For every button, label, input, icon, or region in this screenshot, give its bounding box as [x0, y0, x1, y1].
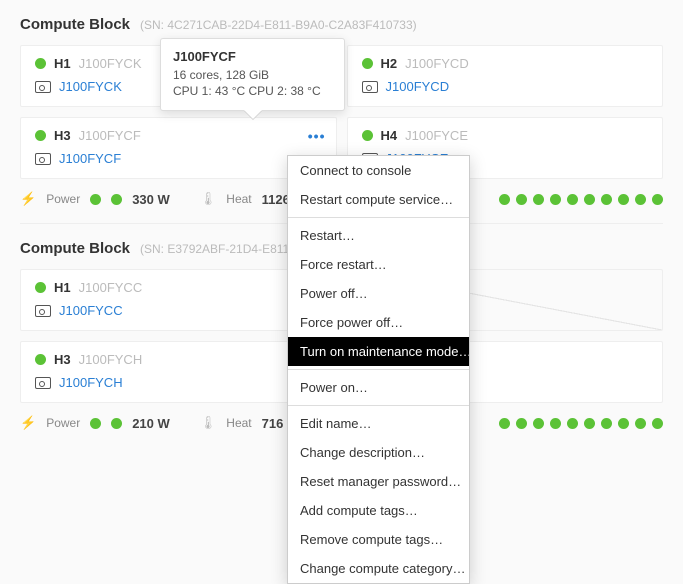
node-label: H2 — [381, 56, 398, 71]
disk-icon — [35, 305, 51, 317]
heat-label: Heat — [226, 192, 251, 206]
menu-item[interactable]: Change compute category… — [288, 554, 469, 583]
node-id: J100FYCF — [79, 128, 141, 143]
status-dot-icon — [618, 418, 629, 429]
tooltip-spec: 16 cores, 128 GiB — [173, 68, 332, 82]
context-menu: Connect to consoleRestart compute servic… — [287, 155, 470, 584]
node-label: H3 — [54, 352, 71, 367]
node-tooltip: J100FYCF 16 cores, 128 GiB CPU 1: 43 °C … — [160, 38, 345, 111]
status-dot-icon — [601, 418, 612, 429]
node-id: J100FYCK — [79, 56, 142, 71]
menu-item[interactable]: Force restart… — [288, 250, 469, 279]
status-dot-icon — [362, 130, 373, 141]
status-dot-icon — [35, 282, 46, 293]
menu-item[interactable]: Connect to console — [288, 156, 469, 185]
status-dot-icon — [516, 194, 527, 205]
status-dot-icon — [35, 354, 46, 365]
menu-item[interactable]: Remove compute tags… — [288, 525, 469, 554]
node-link[interactable]: J100FYCD — [386, 79, 450, 94]
power-value: 330 W — [132, 192, 170, 207]
menu-item[interactable]: Force power off… — [288, 308, 469, 337]
status-dot-icon — [635, 418, 646, 429]
menu-item[interactable]: Add compute tags… — [288, 496, 469, 525]
status-dot-icon — [584, 418, 595, 429]
menu-item[interactable]: Reset manager password… — [288, 467, 469, 496]
status-dot-icon — [90, 194, 101, 205]
status-dot-row — [499, 194, 663, 205]
node-label: H1 — [54, 56, 71, 71]
menu-item[interactable]: Power on… — [288, 373, 469, 402]
menu-item[interactable]: Power off… — [288, 279, 469, 308]
status-dot-icon — [516, 418, 527, 429]
disk-icon — [35, 377, 51, 389]
node-label: H1 — [54, 280, 71, 295]
node-link[interactable]: J100FYCH — [59, 375, 123, 390]
status-dot-icon — [618, 194, 629, 205]
tooltip-temps: CPU 1: 43 °C CPU 2: 38 °C — [173, 84, 332, 98]
power-label: Power — [46, 416, 80, 430]
block-serial: (SN: 4C271CAB-22D4-E811-B9A0-C2A83F41073… — [140, 18, 417, 32]
status-dot-icon — [111, 418, 122, 429]
status-dot-icon — [90, 418, 101, 429]
disk-icon — [35, 153, 51, 165]
status-dot-icon — [111, 194, 122, 205]
status-dot-icon — [635, 194, 646, 205]
power-value: 210 W — [132, 416, 170, 431]
status-dot-icon — [567, 418, 578, 429]
menu-separator — [288, 217, 469, 218]
menu-item[interactable]: Turn on maintenance mode… — [288, 337, 469, 366]
disk-icon — [362, 81, 378, 93]
menu-item[interactable]: Restart… — [288, 221, 469, 250]
status-dot-icon — [362, 58, 373, 69]
node-id: J100FYCE — [405, 128, 468, 143]
heat-label: Heat — [226, 416, 251, 430]
thermometer-icon: 🌡 — [200, 191, 217, 207]
block-title: Compute Block — [20, 16, 130, 33]
status-dot-icon — [550, 418, 561, 429]
disk-icon — [35, 81, 51, 93]
menu-item[interactable]: Restart compute service… — [288, 185, 469, 214]
status-dot-icon — [567, 194, 578, 205]
node-id: J100FYCH — [79, 352, 143, 367]
status-dot-icon — [601, 194, 612, 205]
more-button[interactable]: ••• — [308, 128, 326, 144]
menu-item[interactable]: Change description… — [288, 438, 469, 467]
menu-item[interactable]: Edit name… — [288, 409, 469, 438]
tooltip-title: J100FYCF — [173, 49, 332, 64]
node-link[interactable]: J100FYCK — [59, 79, 122, 94]
status-dot-icon — [533, 418, 544, 429]
block-header: Compute Block (SN: 4C271CAB-22D4-E811-B9… — [20, 16, 663, 33]
thermometer-icon: 🌡 — [200, 415, 217, 431]
node-id: J100FYCD — [405, 56, 469, 71]
status-dot-icon — [584, 194, 595, 205]
menu-separator — [288, 405, 469, 406]
status-dot-icon — [652, 194, 663, 205]
power-label: Power — [46, 192, 80, 206]
node-id: J100FYCC — [79, 280, 143, 295]
node-label: H3 — [54, 128, 71, 143]
status-dot-icon — [499, 194, 510, 205]
status-dot-icon — [35, 130, 46, 141]
node-link[interactable]: J100FYCF — [59, 151, 121, 166]
node-card-h2: H2 J100FYCD J100FYCD ••• — [347, 45, 664, 107]
status-dot-icon — [35, 58, 46, 69]
status-dot-icon — [652, 418, 663, 429]
node-link[interactable]: J100FYCC — [59, 303, 123, 318]
status-dot-row — [499, 418, 663, 429]
block-title: Compute Block — [20, 240, 130, 257]
status-dot-icon — [533, 194, 544, 205]
status-dot-icon — [550, 194, 561, 205]
status-dot-icon — [499, 418, 510, 429]
block-serial: (SN: E3792ABF-21D4-E811-9E — [140, 242, 308, 256]
bolt-icon: ⚡ — [20, 415, 36, 431]
node-label: H4 — [381, 128, 398, 143]
bolt-icon: ⚡ — [20, 191, 36, 207]
menu-separator — [288, 369, 469, 370]
